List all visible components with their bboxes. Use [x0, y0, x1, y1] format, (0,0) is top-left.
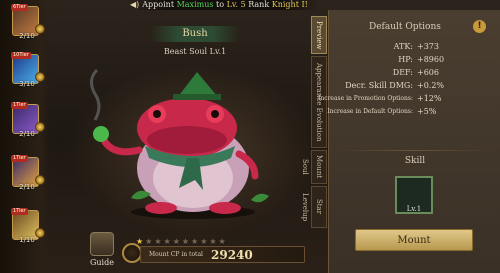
star-icon: ★	[218, 237, 228, 246]
star-icon: ★	[145, 237, 155, 246]
tab-star-levelup[interactable]: Star Levelup	[301, 186, 327, 228]
divider	[339, 150, 491, 151]
soul-slot[interactable]: 1Tier 2/10	[11, 155, 45, 195]
guide-button[interactable]: Guide	[88, 232, 116, 270]
soul-slot[interactable]: 10Tier 3/10	[11, 52, 45, 92]
star-icon: ★	[172, 237, 182, 246]
soul-count: 2/10	[19, 32, 35, 40]
cp-value: 29240	[211, 248, 253, 262]
banner-level: Lv. 5	[226, 0, 246, 9]
banner-rank: Knight I!	[271, 0, 308, 9]
soul-count: 3/10	[19, 80, 35, 88]
mount-button[interactable]: Mount	[355, 229, 473, 251]
soul-count: 2/10	[19, 130, 35, 138]
soul-slot[interactable]: 1Tier 1/10	[11, 208, 45, 248]
cp-bar: ★★★★★★★★★★ Mount CP in total 29240	[122, 237, 307, 267]
panel-header: Default Options	[369, 22, 441, 32]
soul-count: 2/10	[19, 183, 35, 191]
skill-level: Lv.1	[406, 205, 422, 213]
star-rating: ★★★★★★★★★★	[136, 237, 228, 246]
tab-mount-soul[interactable]: Mount Soul	[301, 150, 327, 184]
toad-mount-illustration	[90, 68, 269, 219]
banner-hero-name: Maximus	[176, 0, 214, 9]
tier-badge: 6Tier	[11, 4, 28, 11]
tab-preview[interactable]: Preview	[311, 16, 327, 54]
announcement-banner: ◀) Appoint Maximus to Lv. 5 Rank Knight I…	[130, 0, 320, 10]
side-tabs: Preview Appearance Evolution Mount Soul …	[301, 16, 327, 228]
details-panel: Default Options ! ATK: +373 HP: +8960 DE…	[318, 10, 500, 273]
star-icon: ★	[181, 237, 192, 246]
crossed-swords-icon	[122, 243, 142, 263]
star-icon: ★	[209, 237, 219, 246]
star-icon: ★	[154, 237, 164, 246]
soul-count: 1/10	[19, 236, 35, 244]
tab-appearance-evolution[interactable]: Appearance Evolution	[311, 56, 327, 148]
soul-slot[interactable]: 1Tier 2/10	[11, 102, 45, 142]
info-icon[interactable]: !	[473, 20, 486, 33]
tier-badge: 1Tier	[11, 102, 28, 109]
star-icon: ★	[200, 237, 210, 246]
soul-slot[interactable]: 6Tier 2/10	[11, 4, 45, 44]
skill-title: Skill	[404, 156, 426, 166]
speaker-icon: ◀)	[130, 0, 140, 9]
soul-list: 6Tier 2/10 10Tier 3/10 1Tier 2/10 1Tier …	[0, 0, 50, 273]
tier-badge: 1Tier	[11, 208, 28, 215]
tier-badge: 10Tier	[11, 52, 31, 59]
creature-name: Bush	[150, 26, 240, 42]
star-icon: ★	[163, 237, 173, 246]
guide-label: Guide	[90, 258, 114, 267]
star-icon: ★	[191, 237, 201, 246]
cp-plate: Mount CP in total 29240	[140, 246, 305, 263]
cp-label: Mount CP in total	[149, 251, 203, 258]
book-icon	[90, 232, 114, 256]
tier-badge: 1Tier	[11, 155, 28, 162]
